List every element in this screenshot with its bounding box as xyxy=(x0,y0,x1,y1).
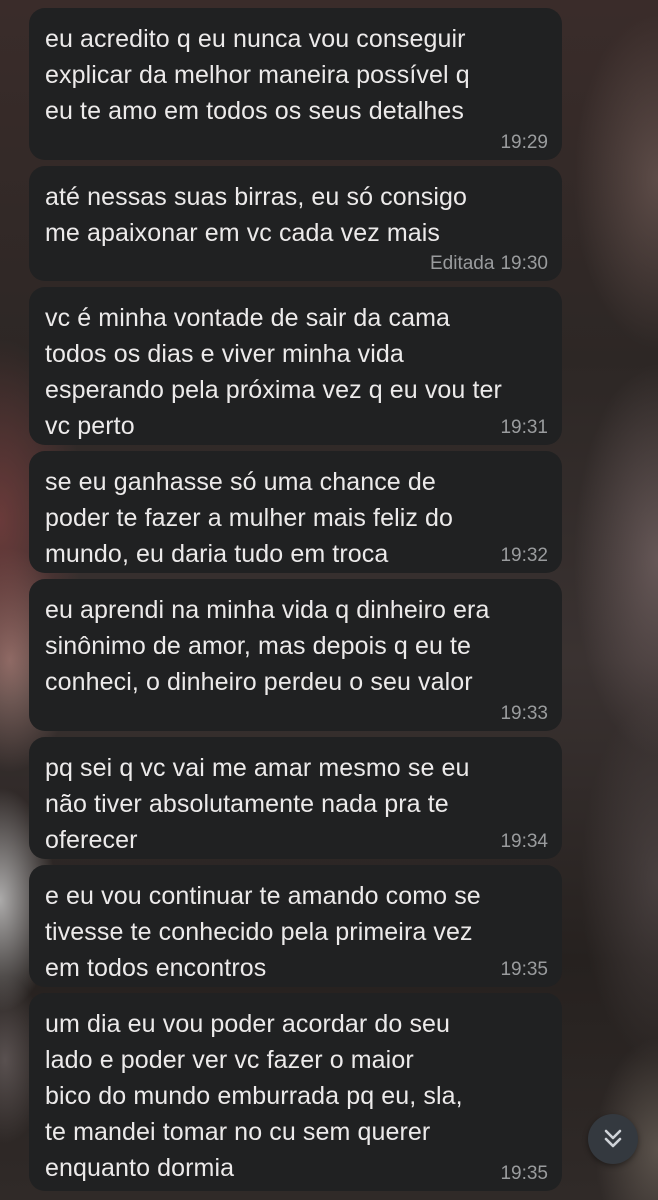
message-text: eu aprendi na minha vida q dinheiro era … xyxy=(45,596,490,696)
message-meta: 19:35 xyxy=(500,959,548,981)
message-bubble[interactable]: e eu vou continuar te amando como se tiv… xyxy=(29,865,562,987)
double-chevron-down-icon xyxy=(604,1129,622,1148)
message-bubble[interactable]: eu aprendi na minha vida q dinheiro era … xyxy=(29,579,562,731)
message-time: 19:32 xyxy=(500,545,548,566)
message-text: até nessas suas birras, eu só consigo me… xyxy=(45,183,467,247)
message-time: 19:31 xyxy=(500,417,548,438)
message-meta: Editada 19:30 xyxy=(430,253,548,275)
message-time: 19:34 xyxy=(500,831,548,852)
message-bubble[interactable]: pq sei q vc vai me amar mesmo se eu não … xyxy=(29,737,562,859)
message-time: 19:29 xyxy=(500,132,548,153)
message-bubble[interactable]: eu acredito q eu nunca vou conseguir exp… xyxy=(29,8,562,160)
message-meta: 19:29 xyxy=(500,132,548,154)
message-text: eu acredito q eu nunca vou conseguir exp… xyxy=(45,25,470,125)
message-text: e eu vou continuar te amando como se tiv… xyxy=(45,882,481,982)
message-time: 19:35 xyxy=(500,959,548,980)
message-text: pq sei q vc vai me amar mesmo se eu não … xyxy=(45,754,470,854)
message-text: um dia eu vou poder acordar do seu lado … xyxy=(45,1010,463,1182)
message-time: 19:33 xyxy=(500,703,548,724)
message-text: vc é minha vontade de sair da cama todos… xyxy=(45,304,502,440)
message-meta: 19:35 xyxy=(500,1163,548,1185)
message-bubble[interactable]: até nessas suas birras, eu só consigo me… xyxy=(29,166,562,281)
message-bubble[interactable]: vc é minha vontade de sair da cama todos… xyxy=(29,287,562,445)
message-text: se eu ganhasse só uma chance de poder te… xyxy=(45,468,454,568)
message-bubble[interactable]: um dia eu vou poder acordar do seu lado … xyxy=(29,993,562,1191)
edited-label: Editada xyxy=(430,253,495,274)
message-meta: 19:32 xyxy=(500,545,548,567)
message-meta: 19:34 xyxy=(500,831,548,853)
message-meta: 19:31 xyxy=(500,417,548,439)
message-time: 19:30 xyxy=(500,253,548,274)
scroll-to-bottom-button[interactable] xyxy=(588,1114,638,1164)
message-bubble[interactable]: se eu ganhasse só uma chance de poder te… xyxy=(29,451,562,573)
message-meta: 19:33 xyxy=(500,703,548,725)
message-time: 19:35 xyxy=(500,1163,548,1184)
